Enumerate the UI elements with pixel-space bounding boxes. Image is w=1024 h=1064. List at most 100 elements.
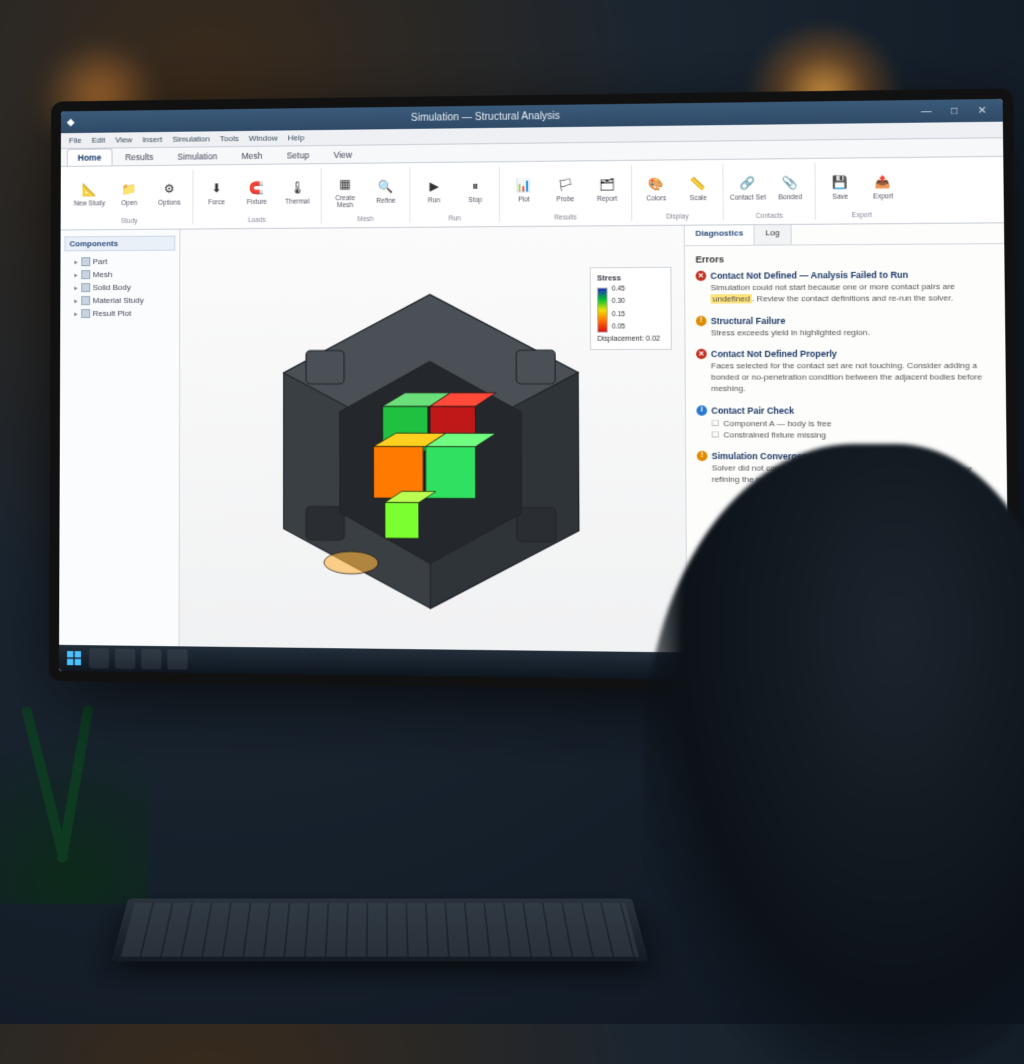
tree-node-label: Result Plot: [93, 309, 132, 318]
legend-tick: 0.15: [612, 311, 625, 318]
app-icon: ◆: [67, 117, 75, 128]
ribbon-button-refine[interactable]: 🔍 Refine: [369, 177, 404, 206]
checklist-item[interactable]: Constrained fixture missing: [711, 429, 995, 441]
ribbon-tab-results[interactable]: Results: [114, 148, 164, 165]
tree-node-solid-body[interactable]: Solid Body: [74, 281, 175, 294]
panel-tab-diagnostics[interactable]: Diagnostics: [685, 225, 755, 245]
export-icon: 📤: [872, 172, 894, 193]
ribbon-button-force[interactable]: ⬇Force: [199, 178, 233, 207]
ribbon-button-fixture[interactable]: 🧲Fixture: [240, 178, 274, 207]
window-maximize-button[interactable]: □: [940, 105, 968, 117]
ribbon-button-create-mesh[interactable]: ▦ Create Mesh: [328, 174, 363, 210]
ribbon-button-label: Contact Set: [730, 196, 766, 203]
ribbon-button-probe[interactable]: 🏳Probe: [548, 175, 583, 204]
window-minimize-button[interactable]: —: [912, 105, 940, 117]
create-mesh-icon: ▦: [335, 174, 355, 194]
ribbon-button-scale[interactable]: 📏Scale: [680, 174, 716, 204]
ribbon-group-label: Results: [554, 214, 577, 221]
tree-node-result-plot[interactable]: Result Plot: [74, 307, 175, 320]
ribbon-tab-setup[interactable]: Setup: [276, 146, 321, 164]
menu-window[interactable]: Window: [249, 134, 278, 143]
panel-tab-log[interactable]: Log: [755, 225, 792, 245]
ribbon-group-results: 📊Plot🏳Probe🗂Report Results: [500, 165, 632, 222]
ribbon-button-label: Bonded: [778, 195, 802, 202]
diagnostic-section: iContact Pair Check Component A — body is…: [696, 405, 995, 441]
ribbon-button-contact-set[interactable]: 🔗 Contact Set: [730, 173, 766, 203]
colors-icon: 🎨: [646, 174, 667, 195]
menu-view[interactable]: View: [115, 135, 132, 144]
ribbon-group-mesh: ▦ Create Mesh 🔍 Refine Mesh: [322, 167, 411, 223]
menu-simulation[interactable]: Simulation: [172, 134, 209, 143]
ribbon-button-label: New Study: [74, 202, 105, 209]
section-body: Simulation could not start because one o…: [710, 282, 994, 306]
taskbar-app-icon[interactable]: [115, 649, 135, 669]
ribbon-button-label: Colors: [646, 196, 666, 203]
ribbon-button-plot[interactable]: 📊Plot: [506, 175, 541, 204]
tree-node-label: Part: [93, 257, 108, 266]
tree-node-part[interactable]: Part: [74, 255, 175, 269]
menu-insert[interactable]: Insert: [142, 135, 162, 144]
refine-icon: 🔍: [376, 177, 396, 197]
tree-title: Components: [64, 236, 175, 252]
ribbon-button-colors[interactable]: 🎨Colors: [638, 174, 674, 203]
ribbon-button-stop[interactable]: ⏸Stop: [458, 176, 493, 205]
tree-node-icon: [81, 270, 90, 279]
ribbon-group-label: Display: [666, 213, 688, 220]
ribbon-button-label: Options: [158, 201, 180, 208]
tree-node-mesh[interactable]: Mesh: [74, 268, 175, 282]
taskbar-app-icon[interactable]: [89, 648, 109, 668]
window-close-button[interactable]: ✕: [968, 105, 996, 117]
ribbon-button-thermal[interactable]: 🌡Thermal: [280, 178, 314, 207]
contact-set-icon: 🔗: [737, 173, 758, 194]
ribbon-button-report[interactable]: 🗂Report: [589, 174, 625, 203]
ribbon-toolbar: 📐New Study📁Open⚙Options Study ⬇Force🧲Fixtu…: [61, 157, 1004, 231]
ribbon-tab-view[interactable]: View: [322, 146, 363, 164]
ribbon-button-label: Stop: [468, 198, 482, 205]
ribbon-button-label: Refine: [376, 199, 395, 206]
legend-tick: 0.45: [612, 285, 625, 292]
ribbon-button-label: Save: [832, 195, 848, 202]
menu-file[interactable]: File: [69, 136, 82, 145]
ribbon-group-label: Contacts: [756, 213, 783, 220]
taskbar-app-icon[interactable]: [167, 649, 187, 670]
ribbon-button-options[interactable]: ⚙Options: [152, 179, 186, 208]
ribbon-button-open[interactable]: 📁Open: [112, 179, 146, 208]
error-icon: ✕: [696, 271, 707, 281]
ribbon-button-label: Create Mesh: [328, 196, 363, 209]
ribbon-group-loads: ⬇Force🧲Fixture🌡ThermalLoads: [193, 168, 321, 224]
ribbon-button-label: Report: [597, 197, 617, 204]
desk-plant: [0, 644, 150, 904]
physical-keyboard: [111, 898, 648, 961]
ribbon-button-new-study[interactable]: 📐New Study: [73, 180, 107, 209]
tree-list: Part MeshSolid BodyMaterial Study Result P…: [64, 255, 175, 320]
diagnostic-section: ✕Contact Not Defined — Analysis Failed t…: [696, 269, 994, 305]
scale-icon: 📏: [688, 174, 709, 195]
ribbon-tab-home[interactable]: Home: [67, 148, 112, 165]
ribbon-group-label: Study: [121, 218, 138, 225]
ribbon-group-label: Mesh: [357, 216, 373, 223]
legend-tick: 0.30: [612, 298, 625, 305]
menu-tools[interactable]: Tools: [220, 134, 239, 143]
ribbon-button-label: Open: [121, 201, 137, 208]
ribbon-tab-mesh[interactable]: Mesh: [230, 147, 273, 164]
ribbon-group-display: 🎨Colors📏ScaleDisplay: [632, 164, 724, 221]
checklist-item[interactable]: Component A — body is free: [711, 418, 995, 430]
ribbon-button-export[interactable]: 📤Export: [865, 172, 902, 202]
ribbon-tab-simulation[interactable]: Simulation: [166, 147, 228, 165]
menu-help[interactable]: Help: [288, 133, 305, 142]
tree-node-material-study[interactable]: Material Study: [74, 294, 175, 307]
3d-viewport[interactable]: Stress 0.450.300.150.05 Displacement: 0.…: [180, 226, 687, 680]
ribbon-button-label: Force: [208, 200, 225, 207]
ribbon-button-run[interactable]: ▶Run: [417, 176, 452, 205]
section-header: iContact Pair Check: [696, 405, 995, 416]
ribbon-button-label: Export: [873, 194, 893, 201]
ribbon-group-contacts: 🔗 Contact Set 📎Bonded Contacts: [723, 163, 816, 220]
start-button[interactable]: [65, 649, 83, 667]
diagnostic-section: !Structural FailureStress exceeds yield …: [696, 314, 995, 338]
menu-edit[interactable]: Edit: [92, 136, 106, 145]
taskbar-app-icon[interactable]: [141, 649, 161, 670]
save-icon: 💾: [829, 172, 851, 193]
section-title: Contact Not Defined Properly: [711, 349, 837, 360]
ribbon-button-bonded[interactable]: 📎Bonded: [772, 173, 808, 203]
ribbon-button-save[interactable]: 💾 Save: [822, 172, 859, 202]
